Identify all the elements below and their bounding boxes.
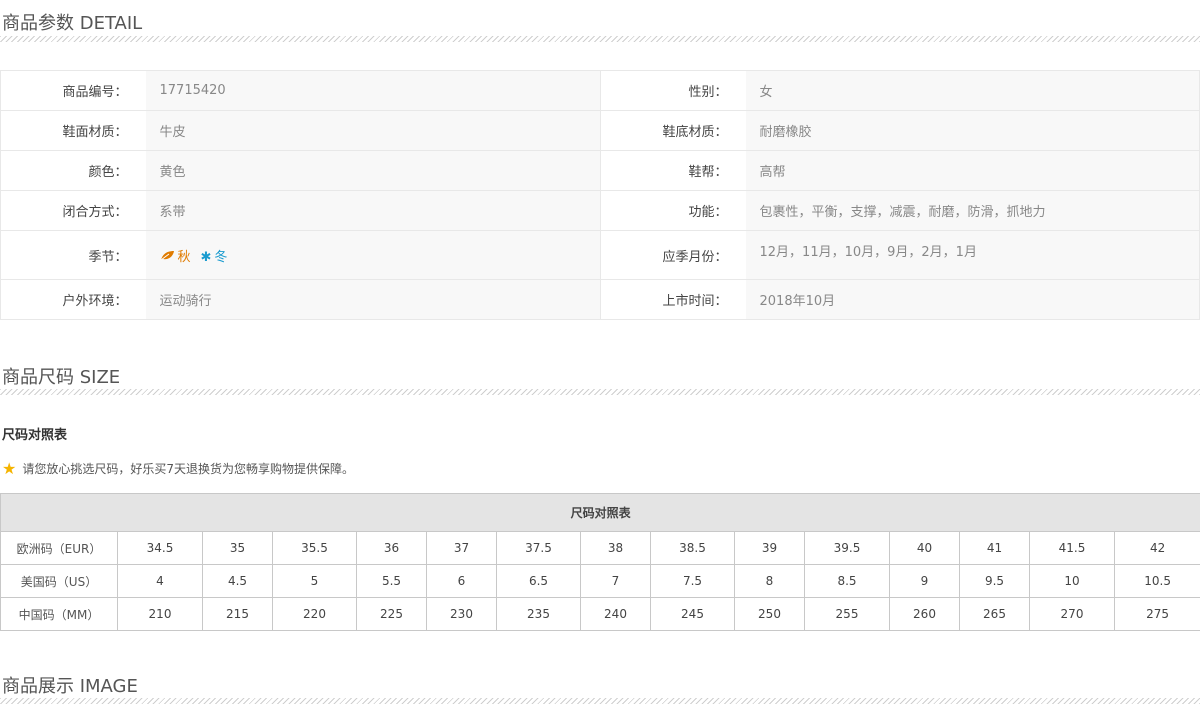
snowflake-icon: ✱ bbox=[200, 249, 212, 265]
detail-value: 女 bbox=[745, 70, 1200, 111]
detail-value: 17715420 bbox=[145, 70, 601, 111]
size-cell: 10.5 bbox=[1113, 564, 1200, 598]
size-cell: 255 bbox=[804, 597, 890, 631]
size-cell: 215 bbox=[202, 597, 273, 631]
detail-row: 户外环境： 运动骑行 上市时间： 2018年10月 bbox=[0, 279, 1200, 320]
detail-label: 商品编号： bbox=[0, 70, 146, 111]
season-tag: 秋 bbox=[160, 250, 191, 265]
size-cell: 41.5 bbox=[1029, 531, 1115, 565]
size-cell: 270 bbox=[1029, 597, 1115, 631]
section-divider bbox=[0, 389, 1200, 395]
detail-label: 闭合方式： bbox=[0, 190, 146, 231]
size-cell: 265 bbox=[959, 597, 1030, 631]
detail-label: 性别： bbox=[600, 70, 746, 111]
detail-section-title: 商品参数 DETAIL bbox=[2, 13, 143, 34]
detail-value: 黄色 bbox=[145, 150, 601, 191]
size-cell: 7 bbox=[580, 564, 651, 598]
size-notice: ★ 请您放心挑选尺码，好乐买7天退换货为您畅享购物提供保障。 bbox=[2, 459, 354, 478]
detail-value: 2018年10月 bbox=[745, 279, 1200, 320]
size-cell: 39 bbox=[734, 531, 805, 565]
detail-label: 季节： bbox=[0, 230, 146, 280]
season-label: 秋 bbox=[177, 249, 191, 265]
detail-label: 功能： bbox=[600, 190, 746, 231]
size-cell: 35.5 bbox=[272, 531, 357, 565]
size-cell: 9.5 bbox=[959, 564, 1030, 598]
section-divider bbox=[0, 698, 1200, 704]
size-cell: 42 bbox=[1113, 531, 1200, 565]
size-cell: 8 bbox=[734, 564, 805, 598]
size-notice-text: 请您放心挑选尺码，好乐买7天退换货为您畅享购物提供保障。 bbox=[22, 462, 354, 476]
detail-label: 颜色： bbox=[0, 150, 146, 191]
season-label: 冬 bbox=[214, 249, 228, 265]
detail-label: 户外环境： bbox=[0, 279, 146, 320]
size-cell: 5 bbox=[272, 564, 357, 598]
detail-label: 鞋底材质： bbox=[600, 110, 746, 151]
size-cell: 210 bbox=[117, 597, 203, 631]
size-cell: 6.5 bbox=[496, 564, 581, 598]
size-cell: 9 bbox=[889, 564, 960, 598]
size-cell: 36 bbox=[356, 531, 427, 565]
size-cell: 6 bbox=[426, 564, 497, 598]
size-cell: 220 bbox=[272, 597, 357, 631]
detail-value: 12月，11月，10月，9月，2月，1月 bbox=[745, 230, 1200, 280]
size-cell: 245 bbox=[650, 597, 735, 631]
size-cell: 225 bbox=[356, 597, 427, 631]
size-cell: 250 bbox=[734, 597, 805, 631]
detail-row: 商品编号： 17715420 性别：女 bbox=[0, 70, 1200, 111]
size-cell: 35 bbox=[202, 531, 273, 565]
size-chart-subtitle: 尺码对照表 bbox=[2, 428, 68, 443]
size-cell: 37 bbox=[426, 531, 497, 565]
detail-label: 鞋帮： bbox=[600, 150, 746, 191]
section-divider bbox=[0, 36, 1200, 42]
size-table: 尺码对照表 欧洲码（EUR） 34.5 35 35.5 36 37 37.5 38 38.5 39… bbox=[0, 493, 1200, 631]
size-cell: 10 bbox=[1029, 564, 1115, 598]
size-row-label: 中国码（MM） bbox=[0, 597, 118, 631]
size-row: 中国码（MM） 210 215 220 225 230 235 240 245 250 255 260… bbox=[0, 597, 1200, 631]
season-tag: ✱ 冬 bbox=[201, 250, 228, 265]
size-cell: 39.5 bbox=[804, 531, 890, 565]
size-cell: 38 bbox=[580, 531, 651, 565]
size-cell: 8.5 bbox=[804, 564, 890, 598]
size-row-label: 美国码（US） bbox=[0, 564, 118, 598]
size-cell: 7.5 bbox=[650, 564, 735, 598]
detail-table: 商品编号： 17715420 性别：女鞋面材质： 牛皮 鞋底材质： 耐磨橡胶 颜色： 黄色 鞋帮… bbox=[0, 70, 1200, 320]
detail-value: 耐磨橡胶 bbox=[745, 110, 1200, 151]
detail-label: 鞋面材质： bbox=[0, 110, 146, 151]
detail-label: 应季月份： bbox=[600, 230, 746, 280]
size-cell: 235 bbox=[496, 597, 581, 631]
detail-value: 牛皮 bbox=[145, 110, 601, 151]
size-cell: 5.5 bbox=[356, 564, 427, 598]
star-icon: ★ bbox=[2, 459, 17, 478]
detail-row: 颜色： 黄色 鞋帮： 高帮 bbox=[0, 150, 1200, 191]
size-cell: 38.5 bbox=[650, 531, 735, 565]
detail-value: 秋 ✱ 冬 bbox=[145, 230, 601, 280]
size-cell: 240 bbox=[580, 597, 651, 631]
leaf-icon bbox=[160, 250, 175, 265]
detail-value: 包裹性，平衡，支撑，减震，耐磨，防滑，抓地力 bbox=[745, 190, 1200, 231]
size-cell: 4.5 bbox=[202, 564, 273, 598]
detail-row: 闭合方式： 系带 功能： 包裹性，平衡，支撑，减震，耐磨，防滑，抓地力 bbox=[0, 190, 1200, 231]
size-section-title: 商品尺码 SIZE bbox=[2, 367, 121, 388]
image-section-title: 商品展示 IMAGE bbox=[2, 676, 138, 697]
size-row: 美国码（US） 4 4.5 5 5.5 6 6.5 7 7.5 8 8.5 9 9.5 10 10.5 bbox=[0, 564, 1200, 598]
size-cell: 4 bbox=[117, 564, 203, 598]
detail-row: 季节： 秋 ✱ 冬 应季月份： 12月，11月，10月，9月，2月，1月 bbox=[0, 230, 1200, 280]
detail-value: 系带 bbox=[145, 190, 601, 231]
detail-label: 上市时间： bbox=[600, 279, 746, 320]
detail-value: 高帮 bbox=[745, 150, 1200, 191]
detail-value: 运动骑行 bbox=[145, 279, 601, 320]
size-cell: 34.5 bbox=[117, 531, 203, 565]
size-table-header: 尺码对照表 bbox=[0, 493, 1200, 532]
size-cell: 40 bbox=[889, 531, 960, 565]
size-cell: 230 bbox=[426, 597, 497, 631]
detail-row: 鞋面材质： 牛皮 鞋底材质： 耐磨橡胶 bbox=[0, 110, 1200, 151]
size-row-label: 欧洲码（EUR） bbox=[0, 531, 118, 565]
size-cell: 37.5 bbox=[496, 531, 581, 565]
size-cell: 41 bbox=[959, 531, 1030, 565]
size-row: 欧洲码（EUR） 34.5 35 35.5 36 37 37.5 38 38.5 39 39.5 40… bbox=[0, 531, 1200, 565]
size-cell: 275 bbox=[1113, 597, 1200, 631]
size-cell: 260 bbox=[889, 597, 960, 631]
